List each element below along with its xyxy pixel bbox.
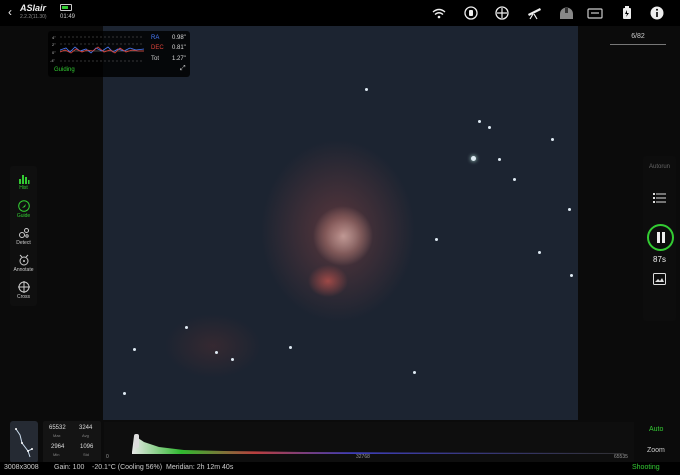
star [413, 371, 416, 374]
preview-thumbnail[interactable] [10, 421, 38, 463]
clock: 01:49 [60, 14, 76, 20]
battery-icon [60, 4, 72, 11]
star [538, 251, 541, 254]
battery-power-icon[interactable] [619, 6, 635, 20]
black-point-slider[interactable] [134, 434, 139, 448]
tool-label: Annotate [13, 267, 34, 273]
left-toolbar: Hist Guide Detect Annotate Cross [10, 166, 37, 306]
ra-label: RA [151, 35, 160, 41]
stat-std-label: Std [83, 452, 90, 457]
star [123, 392, 126, 395]
gain-text: Gain: 100 [54, 464, 85, 471]
histogram-icon [18, 175, 29, 184]
star [365, 88, 368, 91]
list-icon[interactable] [653, 190, 666, 208]
image-stats: 65532 Max 3244 Avg 2964 Min 1096 Std [43, 421, 101, 463]
tool-detect[interactable]: Detect [10, 227, 37, 246]
bottom-panel: 65532 Max 3244 Avg 2964 Min 1096 Std 0 3… [0, 420, 680, 475]
exposure-countdown: 87s [653, 255, 666, 264]
wifi-icon[interactable] [431, 6, 447, 20]
dec-label: DEC [151, 45, 164, 51]
star [551, 138, 554, 141]
star [289, 346, 292, 349]
guide-graph-chart [60, 36, 144, 62]
camera-icon[interactable] [587, 6, 603, 20]
tool-hist[interactable]: Hist [10, 172, 37, 191]
pause-icon [656, 232, 665, 243]
star [471, 156, 476, 161]
crosshair-icon [17, 281, 30, 293]
info-icon[interactable] [649, 6, 665, 20]
ra-value: 0.98" [172, 35, 186, 41]
shooting-status: Shooting [632, 464, 660, 471]
guide-graph-panel[interactable]: 4" 2" 0" -4" RA 0.98" DEC 0.81" Tot 1.27… [48, 31, 190, 77]
tool-label: Cross [16, 294, 31, 300]
guiding-status: Guiding [54, 67, 75, 73]
annotate-icon [19, 254, 28, 266]
stat-avg-label: Avg [82, 433, 89, 438]
ir-icon[interactable] [463, 6, 479, 20]
expand-icon[interactable]: ⤢ [180, 65, 186, 73]
mount-icon[interactable] [494, 6, 510, 20]
status-bar: 3008x3008 Gain: 100 -20.1°C (Cooling 56%… [0, 462, 680, 475]
star [570, 274, 573, 277]
stat-max-value: 65532 [49, 425, 66, 431]
detect-icon [18, 228, 29, 238]
tot-label: Tot [151, 56, 160, 62]
zoom-button[interactable]: Zoom [647, 447, 665, 454]
stat-min-label: Min [53, 452, 60, 457]
star [498, 158, 501, 161]
temperature-text: -20.1°C (Cooling 56%) [92, 464, 163, 471]
histogram[interactable]: 0 32768 65535 [104, 422, 634, 462]
hist-min-label: 0 [106, 454, 109, 460]
top-bar: ‹ ASIair 2.2.2(11.30) 01:49 [0, 0, 680, 26]
auto-stretch-button[interactable]: Auto [649, 426, 663, 433]
tool-label: Guide [16, 213, 31, 219]
stat-min-value: 2964 [51, 444, 65, 450]
autorun-label[interactable]: Autorun [643, 164, 676, 170]
observatory-icon[interactable] [558, 6, 574, 20]
tool-label: Hist [19, 185, 28, 191]
star [488, 126, 491, 129]
hist-mid-label: 32768 [356, 454, 370, 460]
app-name: ASIair [20, 3, 47, 13]
pause-button[interactable] [647, 224, 674, 251]
resolution-text: 3008x3008 [4, 464, 39, 471]
star [568, 208, 571, 211]
tool-label: Detect [16, 240, 31, 246]
frame-counter: 6/82 [610, 33, 666, 45]
dec-value: 0.81" [172, 45, 186, 51]
telescope-icon[interactable] [526, 6, 542, 20]
stat-std-value: 1096 [80, 444, 94, 450]
axis-label: -4" [50, 58, 55, 63]
tot-value: 1.27" [172, 56, 186, 62]
star [133, 348, 136, 351]
star [215, 351, 218, 354]
stat-max-label: Max [53, 433, 61, 438]
star [231, 358, 234, 361]
axis-label: 2" [52, 42, 56, 47]
hist-max-label: 65535 [614, 454, 628, 460]
right-panel: Autorun 87s [643, 156, 676, 321]
back-icon[interactable]: ‹ [8, 5, 12, 19]
tool-annotate[interactable]: Annotate [10, 254, 37, 273]
meridian-text: Meridian: 2h 12m 40s [166, 464, 234, 471]
tool-cross[interactable]: Cross [10, 281, 37, 300]
stat-avg-value: 3244 [79, 425, 93, 431]
star [513, 178, 516, 181]
axis-label: 0" [52, 50, 56, 55]
app-version: 2.2.2(11.30) [20, 14, 47, 20]
star [435, 238, 438, 241]
star [478, 120, 481, 123]
gallery-icon[interactable] [653, 272, 666, 290]
live-image[interactable] [103, 26, 578, 420]
tool-guide[interactable]: Guide [10, 200, 37, 219]
guide-icon [17, 200, 30, 212]
axis-label: 4" [52, 35, 56, 40]
star [185, 326, 188, 329]
